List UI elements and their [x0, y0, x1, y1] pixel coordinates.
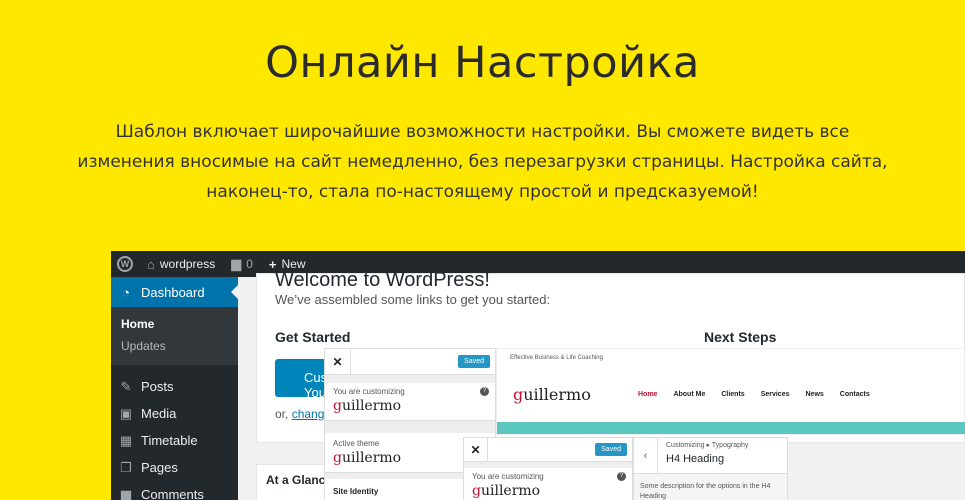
typography-breadcrumb: Customizing ▸ Typography — [666, 442, 749, 449]
sidebar-item-posts[interactable]: ✎ Posts — [111, 373, 238, 400]
comment-icon: ▆ — [121, 486, 131, 500]
welcome-subtitle: We’ve assembled some links to get you st… — [275, 292, 551, 307]
submenu-home[interactable]: Home — [111, 313, 238, 335]
customizer-panel-2: ✕ Saved You are customizing ? guillermo — [463, 437, 633, 500]
next-steps-heading: Next Steps — [704, 329, 777, 345]
back-chevron-icon[interactable]: ‹ — [634, 438, 658, 474]
hero-title: Онлайн Настройка — [265, 38, 700, 88]
preview-nav: Home About Me Clients Services News Cont… — [638, 391, 870, 398]
dashboard-submenu: Home Updates — [111, 307, 238, 365]
preview-nav-news[interactable]: News — [806, 391, 824, 398]
calendar-icon: ▦ — [119, 432, 133, 448]
preview-logo: guillermo — [513, 385, 591, 404]
admin-bar-site[interactable]: ⌂ wordpress — [139, 251, 223, 277]
comment-icon: ▆ — [231, 256, 242, 271]
wordpress-logo-icon[interactable]: W — [111, 251, 139, 277]
hero-description: Шаблон включает широчайшие возможности н… — [77, 122, 888, 202]
help-icon[interactable]: ? — [617, 472, 626, 481]
dashboard-icon: ◔ — [122, 284, 130, 300]
pin-icon: ✎ — [120, 378, 132, 394]
preview-tagline: Effective Business & Life Coaching — [510, 355, 603, 361]
customizing-site-name: guillermo — [333, 398, 402, 414]
sidebar-item-label: Comments — [141, 487, 204, 500]
typography-title: H4 Heading — [666, 453, 725, 465]
admin-bar-comments-count: 0 — [246, 257, 253, 271]
saved-button[interactable]: Saved — [458, 355, 490, 368]
at-a-glance-title: At a Glance — [266, 473, 333, 487]
pages-icon: ❐ — [120, 459, 132, 475]
customizing-site-name: guillermo — [472, 483, 541, 499]
customizing-info: You are customizing ? guillermo — [325, 383, 495, 421]
customizing-label: You are customizing — [472, 472, 544, 481]
site-preview: Effective Business & Life Coaching guill… — [496, 348, 965, 435]
sidebar-item-label: Media — [141, 406, 177, 421]
close-icon[interactable]: ✕ — [464, 437, 488, 462]
typography-description: Some description for the options in the … — [640, 483, 771, 500]
admin-bar-site-label: wordpress — [159, 257, 216, 271]
close-icon[interactable]: ✕ — [325, 348, 351, 375]
submenu-updates[interactable]: Updates — [111, 335, 238, 357]
admin-sidebar: ◔ Dashboard Home Updates ✎ Posts ▣ Media… — [111, 277, 238, 500]
typography-panel: ‹ Customizing ▸ Typography H4 Heading So… — [633, 437, 788, 500]
sidebar-item-comments[interactable]: ▆ Comments — [111, 481, 238, 500]
media-icon: ▣ — [119, 405, 133, 421]
sidebar-item-label: Dashboard — [141, 284, 205, 300]
sidebar-item-timetable[interactable]: ▦ Timetable — [111, 427, 238, 454]
sidebar-item-dashboard[interactable]: ◔ Dashboard — [111, 277, 238, 307]
wordpress-screenshot: W ⌂ wordpress ▆ 0 + New ◔ Dashboard Home… — [111, 251, 965, 500]
preview-nav-services[interactable]: Services — [761, 391, 790, 398]
customizing-label: You are customizing — [333, 387, 405, 396]
sidebar-item-media[interactable]: ▣ Media — [111, 400, 238, 427]
help-icon[interactable]: ? — [480, 387, 489, 396]
preview-nav-contacts[interactable]: Contacts — [840, 391, 870, 398]
welcome-title: Welcome to WordPress! — [275, 269, 490, 291]
preview-nav-about[interactable]: About Me — [673, 391, 705, 398]
sidebar-item-label: Posts — [141, 379, 174, 394]
customizing-info: You are customizing ? guillermo — [464, 468, 632, 500]
preview-hero-band — [497, 422, 965, 434]
sidebar-item-label: Pages — [141, 460, 178, 475]
preview-nav-clients[interactable]: Clients — [721, 391, 744, 398]
saved-button[interactable]: Saved — [595, 443, 627, 456]
home-icon: ⌂ — [147, 256, 155, 272]
get-started-heading: Get Started — [275, 329, 351, 345]
sidebar-item-pages[interactable]: ❐ Pages — [111, 454, 238, 481]
sidebar-item-label: Timetable — [141, 433, 198, 448]
or-text: or, — [275, 407, 289, 421]
preview-nav-home[interactable]: Home — [638, 391, 657, 398]
